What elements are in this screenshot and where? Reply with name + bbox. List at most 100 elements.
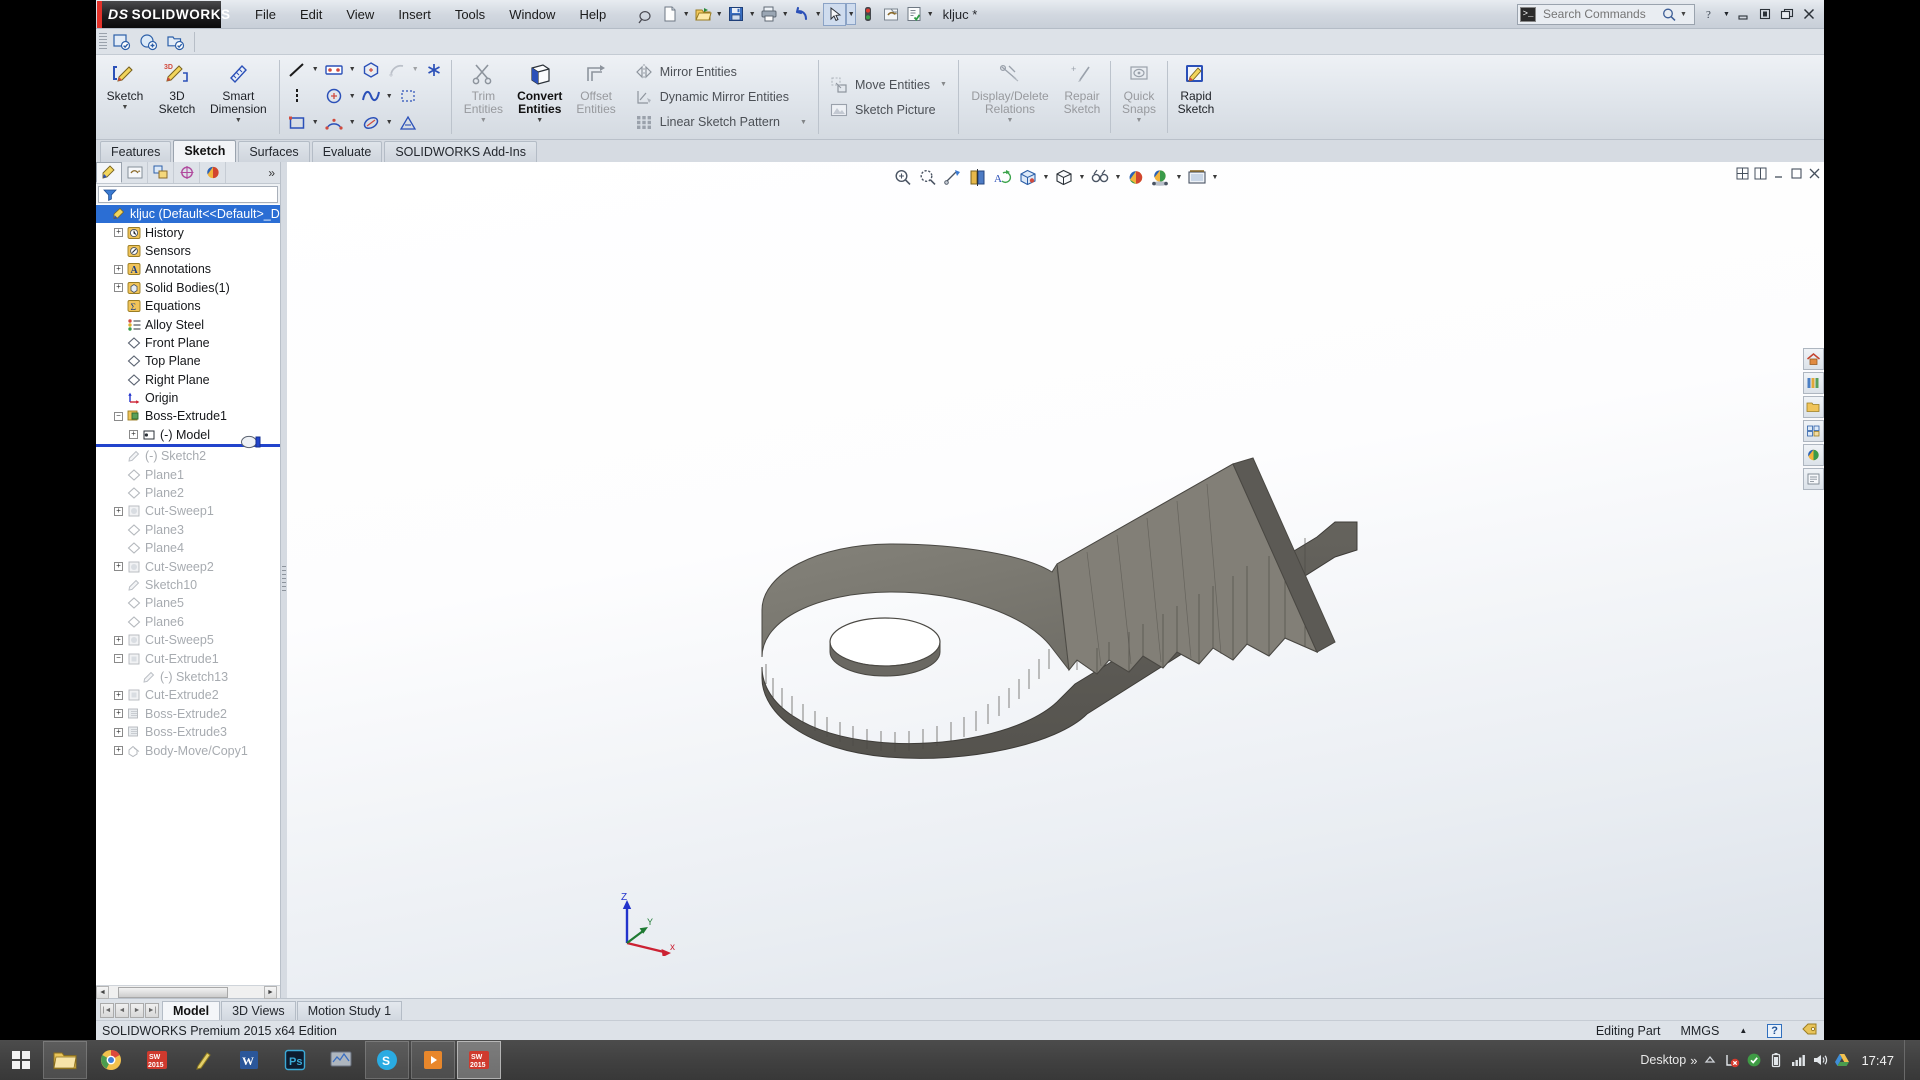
nav-last-button[interactable]: ►|: [145, 1003, 159, 1018]
file-properties-icon[interactable]: [879, 3, 902, 26]
rectangle-corner-icon[interactable]: [321, 58, 347, 82]
tree-node[interactable]: Sensors: [96, 242, 280, 260]
move-entities-dropdown-icon[interactable]: ▼: [938, 81, 949, 88]
circle-dropdown-icon[interactable]: ▼: [347, 93, 358, 100]
zoom-to-area-icon[interactable]: [916, 166, 941, 189]
expand-icon[interactable]: +: [114, 728, 123, 737]
desktop-toolbar-label[interactable]: Desktop: [1640, 1053, 1686, 1067]
restore-button[interactable]: [1754, 3, 1776, 25]
nav-previous-button[interactable]: ◄: [115, 1003, 129, 1018]
trim-entities-dropdown-icon[interactable]: ▼: [480, 117, 487, 124]
tree-node[interactable]: Plane5: [96, 594, 280, 612]
status-help-badge[interactable]: ?: [1767, 1024, 1782, 1038]
google-drive-icon[interactable]: [1833, 1051, 1851, 1069]
display-delete-relations-button[interactable]: Display/DeleteRelations ▼: [964, 56, 1056, 138]
smart-dimension-dropdown-icon[interactable]: ▼: [235, 117, 242, 124]
add-configuration-icon[interactable]: [136, 31, 161, 53]
tree-node[interactable]: +Solid Bodies(1): [96, 279, 280, 297]
close-button[interactable]: [1798, 3, 1820, 25]
print-document-icon[interactable]: [757, 3, 780, 26]
bottom-tab-3d-views[interactable]: 3D Views: [221, 1001, 296, 1020]
view-orientation-icon[interactable]: [1016, 166, 1041, 189]
collapse-icon[interactable]: −: [114, 654, 123, 663]
tab-solidworks-addins[interactable]: SOLIDWORKS Add-Ins: [384, 141, 537, 162]
taskbar-file-explorer[interactable]: [43, 1041, 87, 1079]
taskbar-media-player[interactable]: [411, 1041, 455, 1079]
viewport-split-4-icon[interactable]: [1734, 166, 1750, 181]
sketch-dropdown-icon[interactable]: ▼: [122, 104, 129, 111]
view-orientation-annotations-icon[interactable]: A: [991, 166, 1016, 189]
feature-tree[interactable]: kljuc (Default<<Default>_Display+History…: [96, 204, 280, 985]
rectangle-dropdown-icon[interactable]: ▼: [347, 66, 358, 73]
tree-node[interactable]: Sketch10: [96, 576, 280, 594]
view-settings-dropdown-icon[interactable]: ▼: [1210, 174, 1221, 181]
spline-icon[interactable]: [358, 84, 384, 108]
scroll-left-button[interactable]: ◄: [96, 986, 109, 999]
linear-sketch-pattern-dropdown-icon[interactable]: ▼: [798, 119, 809, 126]
expand-icon[interactable]: +: [114, 691, 123, 700]
display-delete-relations-dropdown-icon[interactable]: ▼: [1007, 117, 1014, 124]
search-dropdown-icon[interactable]: ▼: [1680, 11, 1687, 18]
dimxpert-manager-tab[interactable]: [174, 162, 200, 183]
restore-document-icon[interactable]: [1788, 166, 1804, 181]
search-commands-box[interactable]: >_ ▼: [1517, 4, 1695, 25]
previous-view-icon[interactable]: [941, 166, 966, 189]
scroll-thumb[interactable]: [118, 987, 228, 998]
edit-appearance-icon[interactable]: [1124, 166, 1149, 189]
status-units[interactable]: MMGS: [1680, 1024, 1719, 1038]
tree-node[interactable]: (-) Sketch2: [96, 447, 280, 465]
nav-next-button[interactable]: ►: [130, 1003, 144, 1018]
undo-icon[interactable]: [790, 3, 813, 26]
tree-node[interactable]: kljuc (Default<<Default>_Display: [96, 205, 280, 223]
save-document-dropdown-icon[interactable]: ▼: [747, 3, 757, 25]
start-button[interactable]: [0, 1040, 42, 1080]
tree-node[interactable]: Alloy Steel: [96, 315, 280, 333]
tree-node[interactable]: +Body-Move/Copy1: [96, 741, 280, 759]
apply-scene-icon[interactable]: [1149, 166, 1174, 189]
ellipse-dropdown-icon[interactable]: ▼: [384, 119, 395, 126]
property-manager-tab[interactable]: [122, 162, 148, 183]
polygon-icon[interactable]: [358, 58, 384, 82]
circle-icon[interactable]: [321, 84, 347, 108]
manager-tabs-more-button[interactable]: »: [268, 166, 280, 180]
minimize-button[interactable]: [1732, 3, 1754, 25]
collapse-icon[interactable]: −: [114, 412, 123, 421]
apply-scene-dropdown-icon[interactable]: ▼: [1174, 174, 1185, 181]
viewport-split-2-icon[interactable]: [1752, 166, 1768, 181]
status-units-arrow-icon[interactable]: ▲: [1739, 1026, 1747, 1035]
tree-node[interactable]: Right Plane: [96, 371, 280, 389]
expand-icon[interactable]: +: [114, 228, 123, 237]
tree-node[interactable]: (-) Sketch13: [96, 668, 280, 686]
convert-entities-dropdown-icon[interactable]: ▼: [536, 117, 543, 124]
mirror-entities-item[interactable]: Mirror Entities: [630, 60, 812, 85]
tree-node[interactable]: Plane4: [96, 539, 280, 557]
arc-dropdown-icon[interactable]: ▼: [410, 66, 421, 73]
arc-3point-icon[interactable]: [321, 111, 347, 135]
open-document-dropdown-icon[interactable]: ▼: [714, 3, 724, 25]
display-manager-tab[interactable]: [200, 162, 226, 183]
point-icon[interactable]: [421, 58, 447, 82]
tree-node[interactable]: Front Plane: [96, 334, 280, 352]
tree-node[interactable]: +Cut-Extrude2: [96, 686, 280, 704]
sketch-3d-button[interactable]: 3D 3DSketch: [151, 56, 203, 138]
new-document-icon[interactable]: [658, 3, 681, 26]
centerline-icon[interactable]: [284, 84, 310, 108]
hide-show-dropdown-icon[interactable]: ▼: [1113, 174, 1124, 181]
rapid-sketch-button[interactable]: RapidSketch: [1170, 56, 1222, 138]
show-hidden-icons[interactable]: [1701, 1051, 1719, 1069]
appearances-scenes-icon[interactable]: [1803, 444, 1824, 466]
view-settings-icon[interactable]: [1185, 166, 1210, 189]
graphics-area[interactable]: A ▼ ▼ ▼ ▼ ▼: [287, 162, 1824, 998]
close-document-icon[interactable]: [1806, 166, 1822, 181]
toolbar-grip[interactable]: [99, 33, 107, 51]
scroll-right-button[interactable]: ►: [264, 986, 277, 999]
taskbar-skype[interactable]: S: [365, 1041, 409, 1079]
bottom-tab-model[interactable]: Model: [162, 1001, 220, 1020]
offset-entities-button[interactable]: OffsetEntities: [569, 56, 622, 138]
expand-icon[interactable]: +: [114, 746, 123, 755]
tree-node[interactable]: −Boss-Extrude1: [96, 407, 280, 425]
tree-node[interactable]: −Cut-Extrude1: [96, 649, 280, 667]
file-explorer-icon[interactable]: [1803, 396, 1824, 418]
volume-icon[interactable]: [1811, 1051, 1829, 1069]
repair-sketch-button[interactable]: + RepairSketch: [1056, 56, 1108, 138]
